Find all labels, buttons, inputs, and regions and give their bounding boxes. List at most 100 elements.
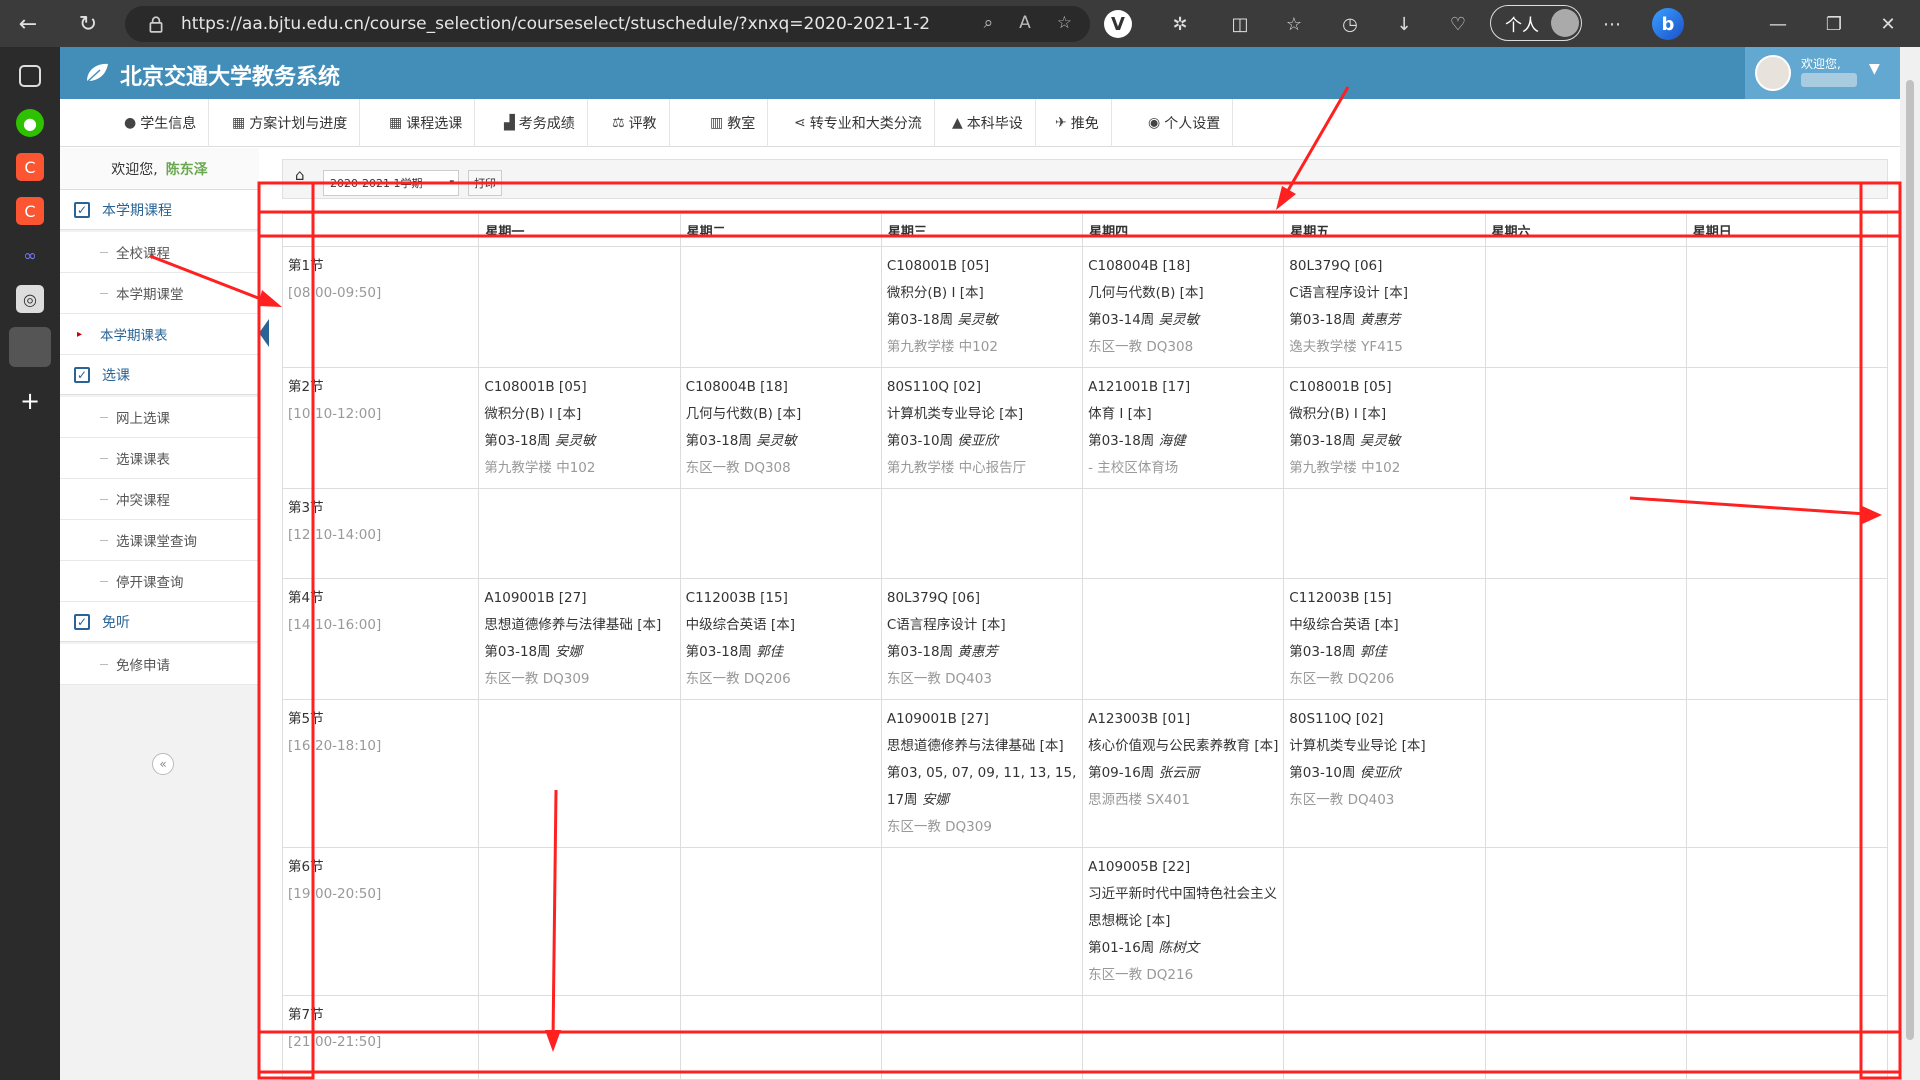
favorites-icon[interactable]: ☆: [1280, 10, 1308, 38]
nav-item[interactable]: 本学期课堂: [60, 273, 259, 314]
course-name: 核心价值观与公民素养教育 [本]: [1088, 738, 1279, 754]
course-cell[interactable]: A109001B [27] 思想道德修养与法律基础 [本] 第03, 05, 07,…: [880, 699, 1084, 848]
zoom-icon[interactable]: ⌕: [984, 13, 994, 33]
url-text[interactable]: https://aa.bjtu.edu.cn/course_selection/…: [181, 14, 930, 34]
menu-item-1[interactable]: ▦ 方案计划与进度: [220, 99, 361, 147]
slot-name: 第6节: [288, 859, 324, 875]
menu-item-label: 学生信息: [140, 116, 197, 132]
active-pointer: [259, 319, 269, 347]
collapse-sidebar-button[interactable]: «: [152, 753, 174, 775]
restore-icon[interactable]: ❐: [1820, 10, 1848, 38]
course-cell[interactable]: 80L379Q [06] C语言程序设计 [本] 第03-18周 黄惠芳 逸夫教学楼 …: [1283, 246, 1486, 368]
course-teacher: 安娜: [921, 792, 949, 808]
link-icon[interactable]: ∞: [16, 241, 44, 269]
course-cell[interactable]: A109005B [22] 习近平新时代中国特色社会主义思想概论 [本] 第01-1…: [1082, 847, 1285, 996]
print-button[interactable]: 打印: [468, 170, 502, 196]
scrollbar-thumb[interactable]: [1906, 80, 1914, 1040]
profile-avatar: [1551, 9, 1579, 37]
course-code: A109001B [27]: [484, 590, 587, 606]
course-week-range: 第03-18周: [886, 644, 954, 660]
menu-item-9[interactable]: ◉ 个人设置: [1136, 99, 1234, 147]
schedule-row: 第6节 [19:00-20:50] A109005B [22] 习近平新时代中国特色社…: [281, 847, 1889, 996]
course-name: 计算机类专业导论 [本]: [1289, 738, 1426, 754]
performance-icon[interactable]: ♡: [1444, 10, 1472, 38]
caret-down-icon[interactable]: ▼: [1869, 61, 1880, 77]
download-icon[interactable]: ↓: [1390, 10, 1418, 38]
course-room: 东区一教 DQ206: [685, 671, 791, 687]
menu-item-2[interactable]: ▦ 课程选课: [377, 99, 476, 147]
csdn-icon[interactable]: C: [16, 153, 44, 181]
course-weeks: 第01-16周 陈树文: [1088, 935, 1279, 962]
nav-dash: [100, 663, 108, 665]
nav-group[interactable]: ✓ 本学期课程: [60, 190, 259, 230]
close-icon[interactable]: ✕: [1874, 10, 1902, 38]
course-week-range: 第03-10周: [886, 433, 954, 449]
course-weeks: 第03-14周 吴灵敏: [1088, 307, 1279, 334]
course-week-range: 第03-18周: [484, 644, 551, 660]
nav-item[interactable]: 全校课程: [60, 232, 259, 273]
home-icon[interactable]: ⌂: [295, 166, 305, 184]
wechat-icon[interactable]: ●: [16, 109, 44, 137]
course-cell: [880, 847, 1084, 996]
menu-item-4[interactable]: ⚖ 评教: [600, 99, 670, 147]
menu-item-8[interactable]: ✈ 推免: [1043, 99, 1112, 147]
menu-item-5[interactable]: ▥ 教室: [698, 99, 769, 147]
nav-item[interactable]: 选课课表: [60, 438, 259, 479]
csdn-icon-2[interactable]: C: [16, 197, 44, 225]
split-screen-icon[interactable]: ◫: [1226, 10, 1254, 38]
course-name: 计算机类专业导论 [本]: [886, 406, 1024, 422]
course-name: 中级综合英语 [本]: [1289, 617, 1399, 633]
refresh-icon[interactable]: ↻: [72, 8, 104, 40]
app-icon[interactable]: ◎: [16, 285, 44, 313]
minimize-icon[interactable]: —: [1764, 10, 1792, 38]
course-cell: [679, 246, 882, 368]
more-icon[interactable]: ⋯: [1598, 10, 1626, 38]
course-cell[interactable]: C112003B [15] 中级综合英语 [本] 第03-18周 郭佳 东区一教 DQ…: [1283, 578, 1486, 700]
schedule-row: 第1节 [08:00-09:50] C108001B [05] 微积分(B) Ⅰ [本…: [281, 246, 1889, 368]
address-bar[interactable]: https://aa.bjtu.edu.cn/course_selection/…: [125, 6, 1090, 42]
nav-item[interactable]: 网上选课: [60, 397, 259, 438]
course-cell: [1484, 847, 1687, 996]
term-select[interactable]: 2020-2021 1学期 ▾: [323, 170, 459, 196]
extensions-icon[interactable]: ✲: [1166, 10, 1194, 38]
course-cell[interactable]: C108001B [05] 微积分(B) Ⅰ [本] 第03-18周 吴灵敏 第九教学…: [880, 246, 1084, 368]
user-menu[interactable]: 欢迎您, ▼: [1745, 47, 1900, 99]
nav-item[interactable]: ▸ 本学期课表: [60, 314, 269, 355]
course-code: C108001B [05]: [886, 258, 990, 274]
course-cell[interactable]: 80S110Q [02] 计算机类专业导论 [本] 第03-10周 侯亚欣 东区一教 …: [1283, 699, 1486, 848]
course-cell[interactable]: C108001B [05] 微积分(B) Ⅰ [本] 第03-18周 吴灵敏 第九教学…: [478, 367, 681, 489]
course-cell[interactable]: A123003B [01] 核心价值观与公民素养教育 [本] 第09-16周 张云丽…: [1082, 699, 1285, 848]
course-cell[interactable]: 80L379Q [06] C语言程序设计 [本] 第03-18周 黄惠芳 东区一教 D…: [880, 578, 1084, 700]
tabs-icon[interactable]: [19, 65, 41, 87]
bing-icon[interactable]: b: [1652, 8, 1684, 40]
nav-item[interactable]: 停开课查询: [60, 561, 259, 602]
add-icon[interactable]: +: [16, 387, 44, 415]
favorite-star-icon[interactable]: ☆: [1057, 13, 1072, 33]
back-icon[interactable]: ←: [12, 8, 44, 40]
nav-group-label: 免听: [102, 614, 130, 631]
menu-item-label: 考务成绩: [518, 116, 575, 132]
read-aloud-icon[interactable]: A: [1019, 13, 1031, 33]
nav-item[interactable]: 冲突课程: [60, 479, 259, 520]
course-cell[interactable]: A109001B [27] 思想道德修养与法律基础 [本] 第03-18周 安娜 东区…: [478, 578, 681, 700]
nav-item[interactable]: 选课课堂查询: [60, 520, 259, 561]
course-cell[interactable]: A121001B [17] 体育 Ⅰ [本] 第03-18周 海健 - 主校区体育场: [1082, 367, 1285, 489]
nav-item[interactable]: 免修申请: [60, 644, 259, 685]
profile-button[interactable]: 个人: [1490, 5, 1582, 41]
menu-item-7[interactable]: ▲ 本科毕设: [940, 99, 1036, 147]
nav-group[interactable]: ✓ 选课: [60, 355, 259, 395]
active-sidebar-app[interactable]: [9, 327, 51, 367]
history-icon[interactable]: ◷: [1336, 10, 1364, 38]
course-cell[interactable]: C108004B [18] 几何与代数(B) [本] 第03-18周 吴灵敏 东区一教…: [679, 367, 882, 489]
menu-item-3[interactable]: ▟ 考务成绩: [492, 99, 588, 147]
menu-item-0[interactable]: ● 学生信息: [112, 99, 210, 147]
slot-time: [10:10-12:00]: [288, 406, 382, 422]
extension-v-icon[interactable]: V: [1104, 10, 1132, 38]
course-cell[interactable]: C108004B [18] 几何与代数(B) [本] 第03-14周 吴灵敏 东区一教…: [1082, 246, 1285, 368]
course-cell[interactable]: 80S110Q [02] 计算机类专业导论 [本] 第03-10周 侯亚欣 第九教学楼…: [880, 367, 1084, 489]
course-cell[interactable]: C108001B [05] 微积分(B) Ⅰ [本] 第03-18周 吴灵敏 第九教学…: [1283, 367, 1486, 489]
nav-group[interactable]: ✓ 免听: [60, 602, 259, 642]
course-teacher: 张云丽: [1158, 765, 1200, 781]
menu-item-6[interactable]: ⋖ 转专业和大类分流: [782, 99, 935, 147]
course-cell[interactable]: C112003B [15] 中级综合英语 [本] 第03-18周 郭佳 东区一教 DQ…: [679, 578, 882, 700]
